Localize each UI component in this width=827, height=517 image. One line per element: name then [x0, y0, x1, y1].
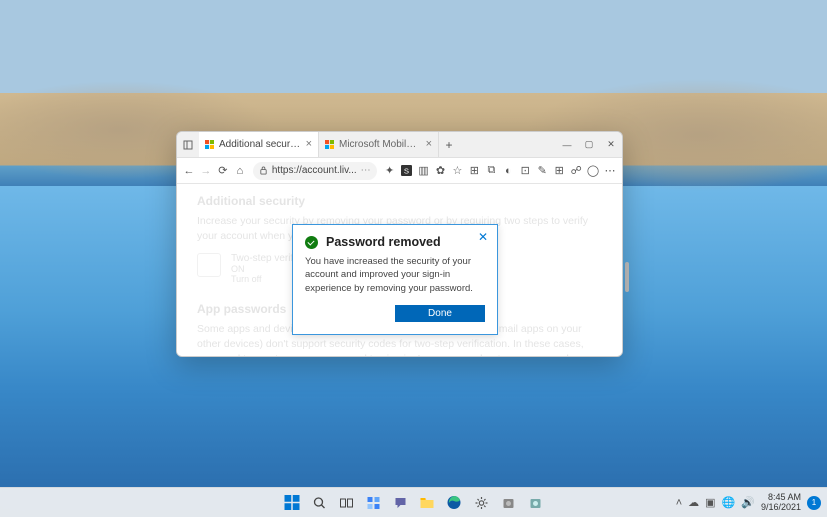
tab-inactive[interactable]: Microsoft Mobile Phone Authen × — [319, 132, 439, 157]
taskbar-app-1[interactable] — [496, 491, 520, 515]
done-button[interactable]: Done — [395, 305, 485, 322]
tab-actions-icon[interactable] — [177, 132, 199, 157]
explorer-button[interactable] — [415, 491, 439, 515]
ext-icon-5[interactable]: ◐ — [501, 162, 515, 180]
chat-button[interactable] — [388, 491, 412, 515]
browser-toolbar: ← → ⟳ ⌂ https://account.liv... ⋯ ✦ S ▥ ✿… — [177, 158, 622, 184]
taskbar-center — [280, 491, 547, 515]
close-window-button[interactable]: ✕ — [600, 132, 622, 157]
collections-icon[interactable]: ⧉ — [484, 162, 498, 180]
widgets-button[interactable] — [361, 491, 385, 515]
tray-app-icon[interactable]: ▣ — [705, 496, 715, 509]
address-bar[interactable]: https://account.liv... ⋯ — [253, 162, 377, 180]
page-content: Additional security Increase your securi… — [177, 184, 622, 356]
tab-label: Microsoft Mobile Phone Authen — [339, 139, 421, 150]
ms-favicon-icon — [205, 140, 214, 149]
forward-button[interactable]: → — [199, 162, 213, 180]
refresh-button[interactable]: ⟳ — [216, 162, 230, 180]
search-button[interactable] — [307, 491, 331, 515]
password-removed-dialog: ✕ Password removed You have increased th… — [292, 224, 498, 335]
taskbar: ˄ ☁ ▣ 🌐 🔊 8:45 AM 9/16/2021 1 — [0, 487, 827, 517]
edge-button[interactable] — [442, 491, 466, 515]
menu-button[interactable]: ⋯ — [603, 162, 617, 180]
svg-text:S: S — [404, 166, 409, 175]
minimize-button[interactable]: — — [556, 132, 578, 157]
ext-icon-8[interactable]: ☍ — [569, 162, 583, 180]
ext-icon-7[interactable]: ✎ — [535, 162, 549, 180]
tab-close-icon[interactable]: × — [306, 139, 312, 150]
ext-icon-6[interactable]: ⊡ — [518, 162, 532, 180]
network-icon[interactable]: 🌐 — [722, 496, 736, 509]
tab-label: Additional security options — [219, 139, 301, 150]
tab-active[interactable]: Additional security options × — [199, 132, 319, 157]
dialog-close-button[interactable]: ✕ — [475, 229, 491, 245]
task-view-button[interactable] — [334, 491, 358, 515]
back-button[interactable]: ← — [182, 162, 196, 180]
new-tab-button[interactable]: + — [439, 132, 459, 157]
maximize-button[interactable]: ▢ — [578, 132, 600, 157]
read-aloud-icon[interactable]: ✦ — [383, 162, 397, 180]
profile-icon[interactable]: ◯ — [586, 162, 600, 180]
url-text: https://account.liv... — [272, 165, 357, 176]
browser-window: Additional security options × Microsoft … — [176, 131, 623, 357]
start-button[interactable] — [280, 491, 304, 515]
clock[interactable]: 8:45 AM 9/16/2021 — [761, 493, 801, 513]
dialog-title: Password removed — [326, 235, 441, 249]
tray-chevron-icon[interactable]: ˄ — [676, 497, 682, 509]
ext-icon-3[interactable]: ✿ — [434, 162, 448, 180]
ext-icon-1[interactable]: S — [400, 162, 414, 180]
ext-icon-4[interactable]: ⊞ — [467, 162, 481, 180]
volume-icon[interactable]: 🔊 — [741, 496, 755, 509]
system-tray: ˄ ☁ ▣ 🌐 🔊 8:45 AM 9/16/2021 1 — [676, 493, 821, 513]
dialog-message: You have increased the security of your … — [305, 255, 485, 295]
tab-close-icon[interactable]: × — [426, 139, 432, 150]
notification-badge[interactable]: 1 — [807, 496, 821, 510]
ms-favicon-icon — [325, 140, 334, 149]
ext-icon-2[interactable]: ▥ — [417, 162, 431, 180]
taskbar-app-2[interactable] — [523, 491, 547, 515]
settings-button[interactable] — [469, 491, 493, 515]
home-button[interactable]: ⌂ — [233, 162, 247, 180]
window-scrollbar[interactable] — [625, 262, 629, 292]
reader-icon[interactable]: ⋯ — [361, 165, 371, 176]
favorites-icon[interactable]: ☆ — [450, 162, 464, 180]
titlebar: Additional security options × Microsoft … — [177, 132, 622, 158]
checkmark-icon — [305, 236, 318, 249]
extensions-icon[interactable]: ⊞ — [552, 162, 566, 180]
onedrive-icon[interactable]: ☁ — [688, 496, 699, 509]
date-text: 9/16/2021 — [761, 503, 801, 513]
lock-icon — [259, 166, 268, 175]
